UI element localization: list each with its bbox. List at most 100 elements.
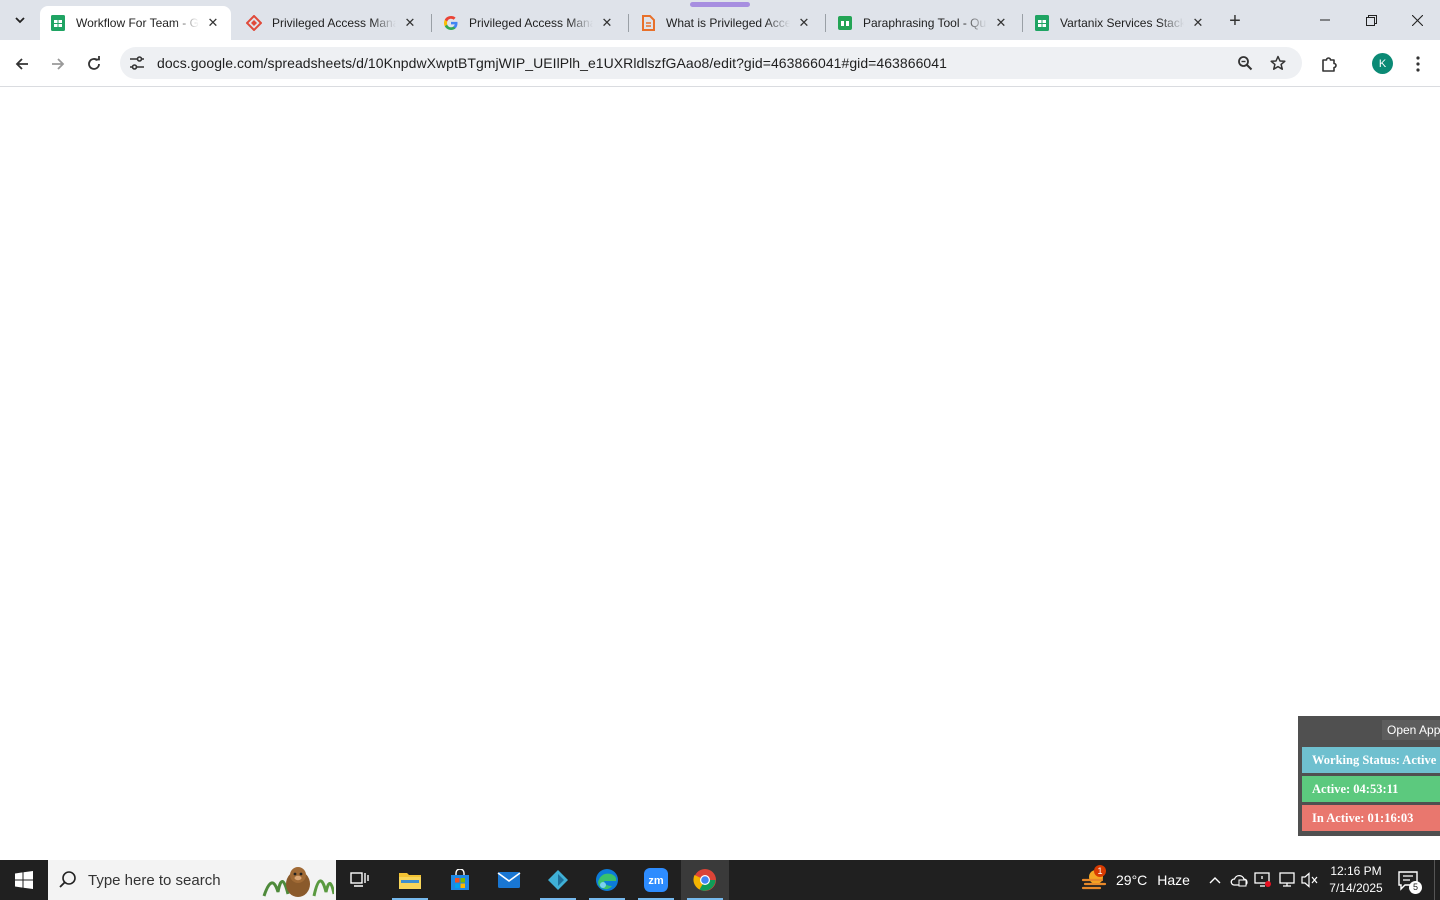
close-tab-icon[interactable]: ✕ (402, 15, 418, 31)
forward-button[interactable] (43, 49, 73, 79)
tab-privileged-access-1[interactable]: Privileged Access Management ✕ (236, 6, 428, 40)
quillbot-icon (837, 15, 853, 31)
start-button[interactable] (0, 860, 48, 900)
tab-search-button[interactable] (6, 6, 34, 34)
mail-app[interactable] (485, 860, 533, 900)
show-hidden-icons-button[interactable] (1205, 870, 1225, 890)
clock-date: 7/14/2025 (1329, 881, 1383, 895)
close-tab-icon[interactable]: ✕ (1190, 15, 1206, 31)
site-info-icon[interactable] (128, 54, 146, 72)
reload-icon (88, 56, 100, 70)
tab-what-is-privileged-access[interactable]: What is Privileged Access ✕ (630, 6, 822, 40)
edge-app[interactable] (583, 860, 631, 900)
minimize-button[interactable] (1302, 0, 1348, 40)
task-view-button[interactable] (336, 860, 384, 900)
tab-workflow-for-team[interactable]: Workflow For Team - Google Sheets ✕ (40, 6, 231, 40)
arrow-left-icon (15, 58, 28, 70)
tab-paraphrasing-tool[interactable]: Paraphrasing Tool - QuillBot ✕ (827, 6, 1019, 40)
network-alert-icon[interactable] (1253, 870, 1273, 890)
folder-icon (399, 873, 421, 889)
close-tab-icon[interactable]: ✕ (993, 15, 1009, 31)
minimize-icon (1320, 19, 1330, 21)
arrow-right-icon (52, 58, 65, 70)
zoom-app[interactable]: zm (632, 860, 680, 900)
tab-strip: Workflow For Team - Google Sheets ✕ Priv… (0, 0, 1440, 40)
tab-title: Privileged Access Management (272, 16, 396, 30)
google-sheets-icon (1034, 15, 1050, 31)
zoom-logo-icon: zm (644, 868, 668, 892)
show-desktop-button[interactable] (1434, 860, 1435, 900)
browser-menu-button[interactable] (1403, 49, 1433, 79)
search-icon (59, 871, 76, 888)
tab-separator (628, 14, 629, 32)
notification-count-badge: 5 (1409, 881, 1422, 894)
tab-title: Workflow For Team - Google Sheets (76, 16, 199, 30)
reload-button[interactable] (79, 49, 109, 79)
onedrive-icon[interactable] (1229, 870, 1249, 890)
mail-envelope-icon (497, 872, 521, 888)
tab-title: Vartanix Services Stack (1060, 16, 1184, 30)
tab-separator (1022, 14, 1023, 32)
address-bar[interactable]: docs.google.com/spreadsheets/d/10KnpdwXw… (120, 47, 1302, 79)
ethernet-network-icon[interactable] (1277, 870, 1297, 890)
browser-toolbar: docs.google.com/spreadsheets/d/10KnpdwXw… (0, 40, 1440, 87)
taskbar-search-box[interactable]: Type here to search (48, 860, 336, 900)
close-window-button[interactable] (1394, 0, 1440, 40)
document-orange-icon (640, 15, 656, 31)
tab-title: Privileged Access Management (469, 16, 593, 30)
page-content (0, 88, 1440, 860)
puzzle-icon (1322, 57, 1337, 72)
close-tab-icon[interactable]: ✕ (205, 15, 221, 31)
inactive-time: In Active: 01:16:03 (1302, 805, 1440, 831)
tab-separator (431, 14, 432, 32)
chrome-app[interactable] (681, 860, 729, 900)
zoom-icon[interactable] (1236, 54, 1254, 72)
tab-separator (825, 14, 826, 32)
google-sheets-icon (50, 15, 66, 31)
close-icon (1411, 14, 1423, 26)
store-bag-icon (451, 869, 469, 890)
restore-icon (1365, 14, 1377, 26)
google-icon (443, 15, 459, 31)
close-tab-icon[interactable]: ✕ (796, 15, 812, 31)
windows-taskbar: Type here to search zm 1 29°C Haze 12:16… (0, 860, 1440, 900)
bookmark-star-icon[interactable] (1269, 54, 1287, 72)
new-tab-button[interactable]: + (1222, 8, 1248, 34)
file-explorer-app[interactable] (386, 860, 434, 900)
search-highlight-illustration-icon (262, 867, 334, 897)
svg-text:zm: zm (648, 875, 664, 887)
weather-alert-badge: 1 (1094, 865, 1106, 877)
tab-title: Paraphrasing Tool - QuillBot (863, 16, 987, 30)
restore-button[interactable] (1348, 0, 1394, 40)
system-clock[interactable]: 12:16 PM 7/14/2025 (1322, 863, 1390, 897)
weather-temperature: 29°C (1116, 872, 1148, 888)
edge-browser-icon (596, 869, 618, 891)
task-view-icon (350, 872, 369, 887)
action-center-button[interactable]: 5 (1396, 868, 1422, 894)
weather-widget[interactable]: 1 29°C Haze (1080, 860, 1190, 900)
tab-vartanix-services-stack[interactable]: Vartanix Services Stack ✕ (1024, 6, 1216, 40)
back-button[interactable] (7, 49, 37, 79)
azure-data-studio-app[interactable] (534, 860, 582, 900)
diamond-teal-icon (548, 870, 568, 890)
profile-avatar[interactable]: K (1372, 53, 1393, 74)
tab-privileged-access-2[interactable]: Privileged Access Management ✕ (433, 6, 625, 40)
diamond-red-icon (246, 15, 262, 31)
close-tab-icon[interactable]: ✕ (599, 15, 615, 31)
windows-logo-icon (15, 871, 33, 889)
active-time: Active: 04:53:11 (1302, 776, 1440, 802)
open-app-button[interactable]: Open App (1382, 720, 1440, 740)
clock-time: 12:16 PM (1330, 864, 1382, 878)
volume-muted-icon[interactable] (1300, 870, 1320, 890)
extensions-button[interactable] (1314, 49, 1344, 79)
tab-title: What is Privileged Access (666, 16, 790, 30)
chrome-browser-icon (693, 869, 716, 891)
url-text[interactable]: docs.google.com/spreadsheets/d/10KnpdwXw… (157, 55, 947, 71)
search-placeholder: Type here to search (88, 872, 221, 889)
weather-condition: Haze (1157, 872, 1190, 888)
chevron-down-icon (15, 17, 25, 24)
weather-haze-icon: 1 (1080, 865, 1108, 892)
microsoft-store-app[interactable] (436, 860, 484, 900)
time-tracker-widget: Open App Working Status: Active Active: … (1298, 716, 1440, 836)
kebab-menu-icon (1416, 56, 1420, 72)
